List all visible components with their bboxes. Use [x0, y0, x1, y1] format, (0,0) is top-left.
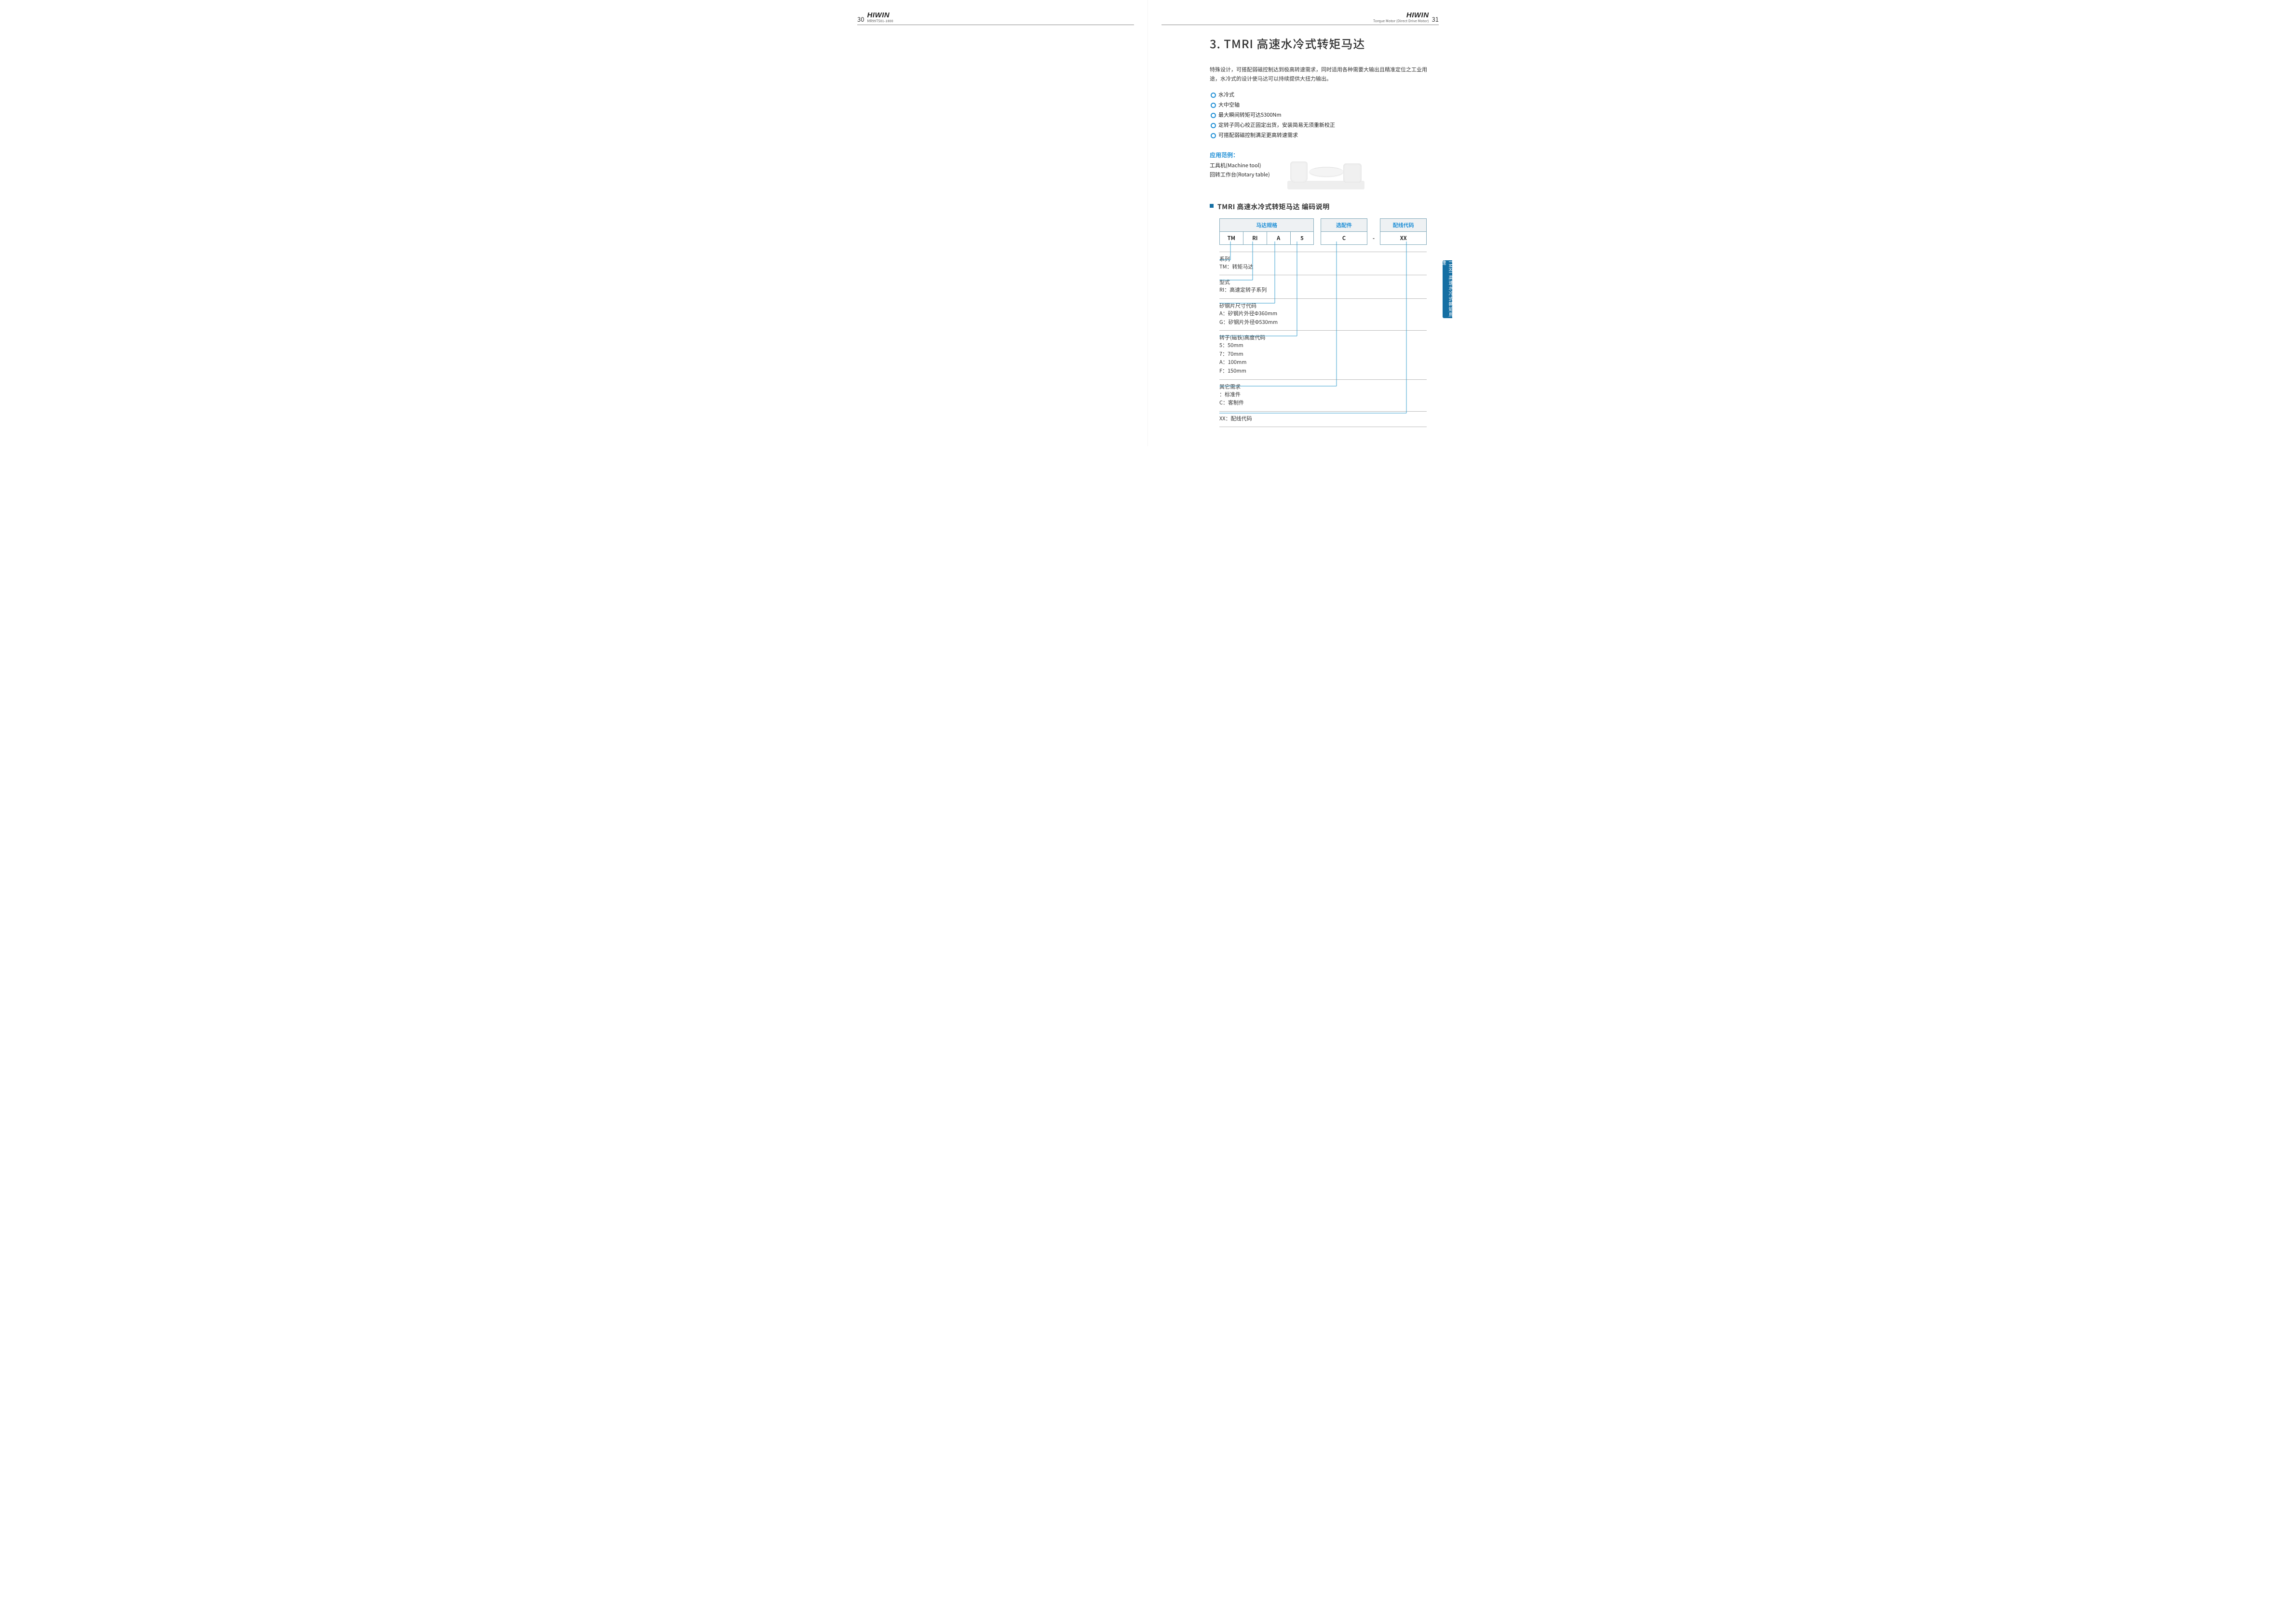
- code-cell-c: C: [1321, 231, 1367, 244]
- explain-wiring: XX：配线代码: [1219, 411, 1427, 428]
- rotary-table-illustration: [1287, 151, 1364, 189]
- explain-rotor-height: 转子(磁铁)高度代码 5：50mm 7：70mm A：100mm F：150mm: [1219, 330, 1427, 379]
- brand-logo-right: HIWIN: [1406, 12, 1429, 19]
- group-header-wiring: 配线代码: [1380, 218, 1427, 231]
- header-left: 30 HIWIN MR99TS01-1800: [857, 12, 1134, 25]
- code-cell-dash: -: [1367, 231, 1380, 244]
- group-header-option: 选配件: [1321, 218, 1367, 231]
- code-cell-ri: RI: [1243, 231, 1267, 244]
- code-cell-a: A: [1267, 231, 1290, 244]
- application-line: 回转工作台(Rotary table): [1210, 170, 1270, 179]
- explain-series: 系列 TM：转矩马达: [1219, 252, 1427, 275]
- code-cell-xx: XX: [1380, 231, 1427, 244]
- code-cell-tm: TM: [1220, 231, 1243, 244]
- page-number-right: 31: [1432, 14, 1439, 24]
- encoding-subheading: TMRI 高速水冷式转矩马达 编码说明: [1210, 202, 1435, 212]
- list-item: 可搭配弱磁控制满足更高转速需求: [1210, 130, 1435, 140]
- side-tab: TMRI 高速水冷式轉矩馬達: [1443, 260, 1452, 318]
- list-item: 大中空轴: [1210, 100, 1435, 110]
- encoding-diagram: 马达规格 选配件 配线代码 TM RI A 5 C - XX: [1219, 218, 1427, 428]
- brand-subtitle: Torque Motor (Direct Drive Motor): [1373, 19, 1429, 24]
- encoding-table: 马达规格 选配件 配线代码 TM RI A 5 C - XX: [1219, 218, 1427, 245]
- brand-logo-left: HIWIN: [867, 12, 893, 19]
- application-line: 工具机(Machine tool): [1210, 161, 1270, 170]
- group-header-spec: 马达规格: [1220, 218, 1314, 231]
- explain-size: 矽钢片尺寸代码 A：矽钢片外径Φ360mm G：矽钢片外径Φ530mm: [1219, 298, 1427, 330]
- list-item: 水冷式: [1210, 90, 1435, 100]
- explain-other: 其它需求 ：标准件 C：客制件: [1219, 379, 1427, 411]
- list-item: 定转子同心校正固定出货，安装简易无须重新校正: [1210, 120, 1435, 130]
- explain-type: 型式 RI：高速定转子系列: [1219, 275, 1427, 298]
- code-cell-5: 5: [1290, 231, 1314, 244]
- list-item: 最大瞬间转矩可达5300Nm: [1210, 110, 1435, 120]
- header-right: HIWIN Torque Motor (Direct Drive Motor) …: [1162, 12, 1439, 25]
- applications-heading: 应用范例：: [1210, 151, 1270, 159]
- feature-list: 水冷式 大中空轴 最大瞬间转矩可达5300Nm 定转子同心校正固定出货，安装简易…: [1210, 90, 1435, 140]
- page-number-left: 30: [857, 14, 864, 24]
- encoding-explanations: 系列 TM：转矩马达 型式 RI：高速定转子系列 矽钢片尺寸代码 A：矽钢片外径…: [1219, 252, 1427, 428]
- page-title: 3. TMRI 高速水冷式转矩马达: [1210, 35, 1435, 52]
- doc-code: MR99TS01-1800: [867, 19, 893, 24]
- intro-paragraph: 特殊设计，可搭配弱磁控制达到极高转速需求，同时适用各种需要大输出且精准定位之工业…: [1210, 65, 1435, 83]
